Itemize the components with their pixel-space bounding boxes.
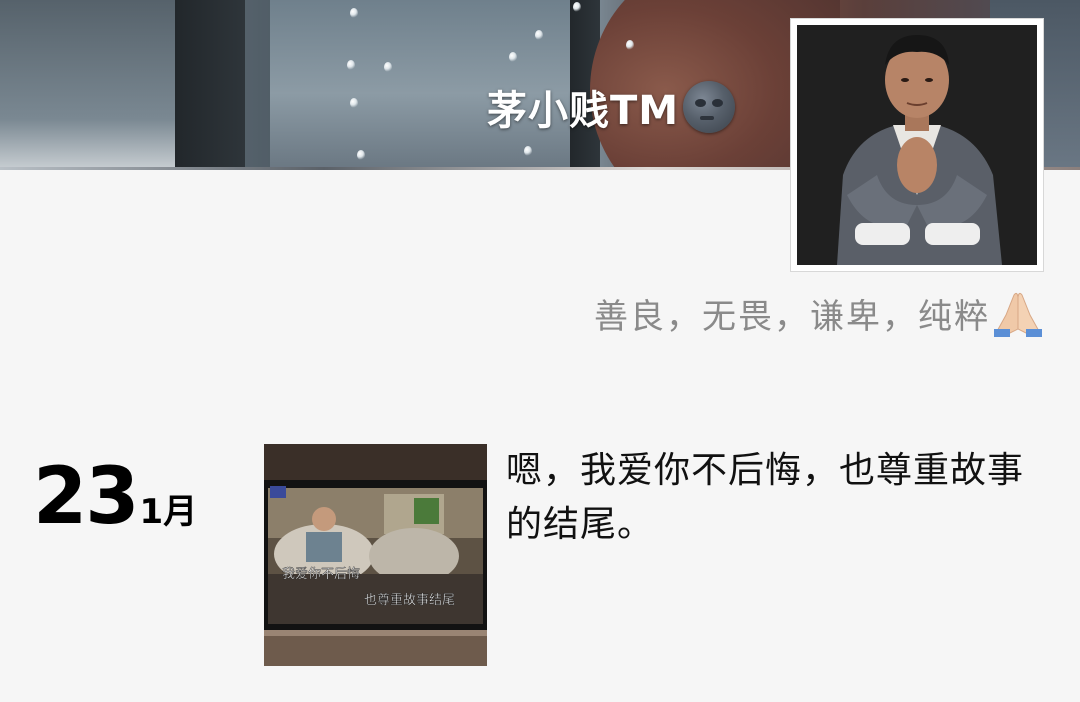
post-date: 23 1月 (33, 452, 197, 542)
water-drop (626, 40, 634, 50)
cover-decoration (0, 0, 175, 170)
water-drop (573, 2, 581, 12)
thumbnail-caption-2: 也尊重故事结尾 (364, 592, 455, 608)
water-drop (350, 8, 358, 18)
post-text[interactable]: 嗯，我爱你不后悔，也尊重故事的结尾。 (506, 444, 1026, 552)
thumbnail-caption-1: 我爱你不后悔 (282, 567, 360, 582)
water-drop (535, 30, 543, 40)
post-month: 1月 (139, 492, 198, 532)
water-drop (350, 98, 358, 108)
signature-text: 善良，无畏，谦卑，纯粹 (594, 296, 990, 337)
nickname-text: 茅小贱TM (487, 88, 680, 134)
profile-signature: 善良，无畏，谦卑，纯粹 (594, 288, 1044, 338)
cover-decoration (175, 0, 245, 170)
avatar-photo (797, 25, 1037, 265)
water-drop (357, 150, 365, 160)
water-drop (347, 60, 355, 70)
folded-hands-icon (994, 292, 1042, 337)
post-day: 23 (33, 452, 140, 542)
avatar[interactable] (790, 18, 1044, 272)
new-moon-face-icon (683, 81, 736, 133)
post-thumbnail[interactable]: 我爱你不后悔 也尊重故事结尾 (264, 444, 487, 666)
thumbnail-image: 我爱你不后悔 也尊重故事结尾 (264, 444, 487, 666)
water-drop (384, 62, 392, 72)
water-drop (509, 52, 517, 62)
water-drop (524, 146, 532, 156)
profile-nickname[interactable]: 茅小贱TM (487, 81, 736, 134)
